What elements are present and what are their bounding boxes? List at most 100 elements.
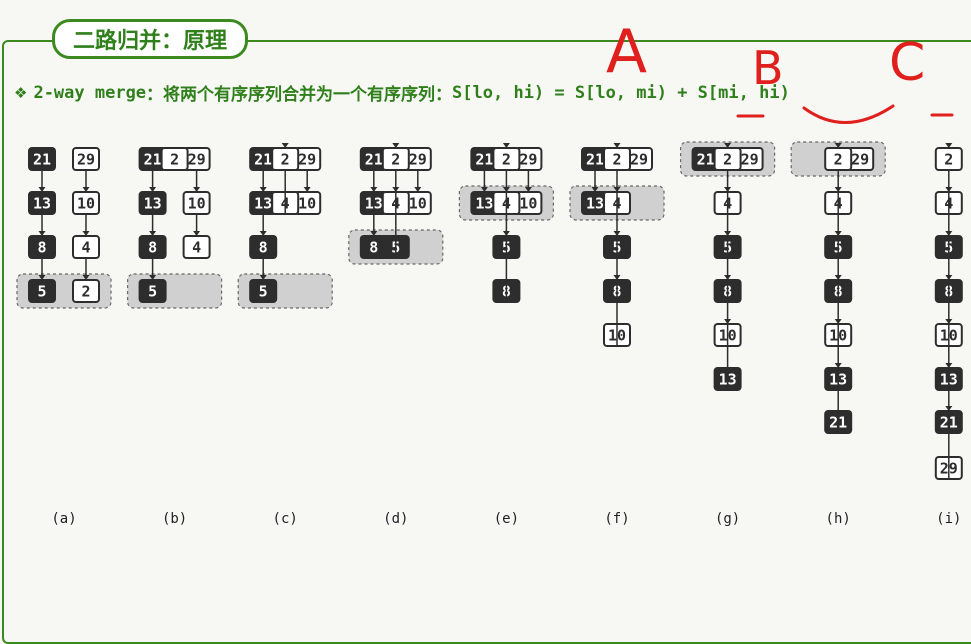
right-box-f-29-value: 29 xyxy=(630,151,648,169)
left-box-e-21-value: 21 xyxy=(475,151,493,169)
output-box-b-2-value: 2 xyxy=(170,151,179,169)
left-box-d-21-value: 21 xyxy=(365,151,383,169)
left-box-a-21: 21 xyxy=(28,147,56,171)
step-label-h: (h) xyxy=(826,511,851,527)
right-box-d-29-value: 29 xyxy=(409,151,427,169)
left-box-c-21-value: 21 xyxy=(254,151,272,169)
output-box-d-2-value: 2 xyxy=(391,151,400,169)
merge-diagram: A B C 21 13 8 5 29 10 4 2 (a) 21 13 8 5 29 10 4 2 (b) 21 13… xyxy=(16,17,963,527)
output-box-c-2: 2 xyxy=(271,147,300,171)
right-box-a-4: 4 xyxy=(72,235,100,259)
left-arrow-c-1 xyxy=(259,214,267,236)
step-label-i: (i) xyxy=(936,511,961,527)
right-box-c-29-value: 29 xyxy=(298,151,316,169)
left-box-a-8-value: 8 xyxy=(37,239,46,257)
output-box-b-2: 2 xyxy=(160,147,189,171)
output-box-e-2: 2 xyxy=(492,147,521,171)
step-label-g: (g) xyxy=(715,511,740,527)
left-box-a-21-value: 21 xyxy=(33,151,51,169)
right-box-e-29-value: 29 xyxy=(519,151,537,169)
left-box-d-8-value: 8 xyxy=(369,239,378,257)
right-box-a-10: 10 xyxy=(72,191,100,215)
left-box-c-13-value: 13 xyxy=(254,195,272,213)
right-box-e-10-value: 10 xyxy=(519,195,537,213)
right-arrow-b-1 xyxy=(193,214,201,236)
output-box-c-2-value: 2 xyxy=(281,151,290,169)
left-arrow-c-0 xyxy=(259,170,267,192)
annotation-a: A xyxy=(606,17,647,87)
right-box-a-29-value: 29 xyxy=(77,151,95,169)
left-box-a-13: 13 xyxy=(28,191,56,215)
merge-step-c: 211385291042(c) xyxy=(237,143,333,527)
merge-step-h: 292113108542(h) xyxy=(790,141,886,527)
merge-step-b: 21 13 8 5 29 10 4 2 (b) xyxy=(126,147,223,527)
left-box-b-8: 8 xyxy=(138,235,167,259)
output-box-f-2: 2 xyxy=(603,147,631,171)
right-box-a-2: 2 xyxy=(72,279,100,303)
output-box-h-2-value: 2 xyxy=(834,151,843,169)
output-box-i-2-value: 2 xyxy=(944,151,953,169)
left-box-c-5: 5 xyxy=(249,279,278,303)
output-box-h-2: 2 xyxy=(824,147,853,171)
right-box-b-4-value: 4 xyxy=(192,239,201,257)
right-box-a-29: 29 xyxy=(72,147,100,171)
annotation-b: B xyxy=(752,41,784,95)
right-box-d-10-value: 10 xyxy=(409,195,427,213)
output-box-d-2: 2 xyxy=(381,147,410,171)
right-box-a-10-value: 10 xyxy=(77,195,95,213)
left-box-c-8-value: 8 xyxy=(259,239,268,257)
right-arrow-b-0 xyxy=(193,170,201,192)
handwritten-annotations: A B C xyxy=(606,17,954,124)
right-box-b-10-value: 10 xyxy=(188,195,206,213)
left-box-d-13-value: 13 xyxy=(365,195,383,213)
step-label-a: (a) xyxy=(51,511,76,527)
left-box-f-13-value: 13 xyxy=(586,195,604,213)
annotation-c: C xyxy=(889,33,925,93)
step-label-f: (f) xyxy=(604,511,629,527)
left-arrow-a-1 xyxy=(38,214,46,236)
right-arrow-d-0 xyxy=(414,170,422,192)
right-arrow-a-1 xyxy=(82,214,90,236)
step-label-e: (e) xyxy=(494,511,519,527)
step-label-c: (c) xyxy=(273,511,298,527)
right-box-b-29-value: 29 xyxy=(188,151,206,169)
right-arrow-a-0 xyxy=(82,170,90,192)
merge-step-f: 211329108542(f) xyxy=(569,143,665,527)
left-box-g-21-value: 21 xyxy=(697,151,715,169)
right-box-a-4-value: 4 xyxy=(81,239,90,257)
left-box-b-5: 5 xyxy=(138,279,167,303)
left-box-a-8: 8 xyxy=(28,235,56,259)
merge-step-e: 211329108542(e) xyxy=(458,143,554,527)
right-box-b-4: 4 xyxy=(182,235,211,259)
left-box-a-5-value: 5 xyxy=(37,283,46,301)
left-box-a-5: 5 xyxy=(28,279,56,303)
right-box-g-29-value: 29 xyxy=(741,151,759,169)
left-box-b-21-value: 21 xyxy=(144,151,162,169)
output-box-g-2-value: 2 xyxy=(723,151,732,169)
output-box-f-2-value: 2 xyxy=(612,151,621,169)
left-box-f-21-value: 21 xyxy=(586,151,604,169)
right-box-a-2-value: 2 xyxy=(81,283,90,301)
merge-step-i: 292113108542(i) xyxy=(934,143,963,527)
left-box-c-5-value: 5 xyxy=(259,283,268,301)
right-box-b-10: 10 xyxy=(182,191,211,215)
right-arrow-c-0 xyxy=(303,170,311,192)
output-box-e-2-value: 2 xyxy=(502,151,511,169)
right-box-h-29-value: 29 xyxy=(851,151,869,169)
left-arrow-b-1 xyxy=(149,214,157,236)
left-box-a-13-value: 13 xyxy=(33,195,51,213)
left-box-c-8: 8 xyxy=(249,235,278,259)
left-box-b-5-value: 5 xyxy=(148,283,157,301)
step-label-b: (b) xyxy=(162,511,187,527)
merge-step-g: 212913108542(g) xyxy=(679,141,776,527)
left-box-b-13-value: 13 xyxy=(144,195,162,213)
left-arrow-d-0 xyxy=(370,170,378,192)
right-box-c-10-value: 10 xyxy=(298,195,316,213)
left-arrow-b-0 xyxy=(149,170,157,192)
output-box-g-2: 2 xyxy=(713,147,742,171)
left-box-e-13-value: 13 xyxy=(475,195,493,213)
left-box-b-8-value: 8 xyxy=(148,239,157,257)
annotation-arc xyxy=(802,104,895,124)
left-box-b-13: 13 xyxy=(138,191,167,215)
merge-step-a: 21 13 8 5 29 10 4 2 (a) xyxy=(16,147,112,527)
